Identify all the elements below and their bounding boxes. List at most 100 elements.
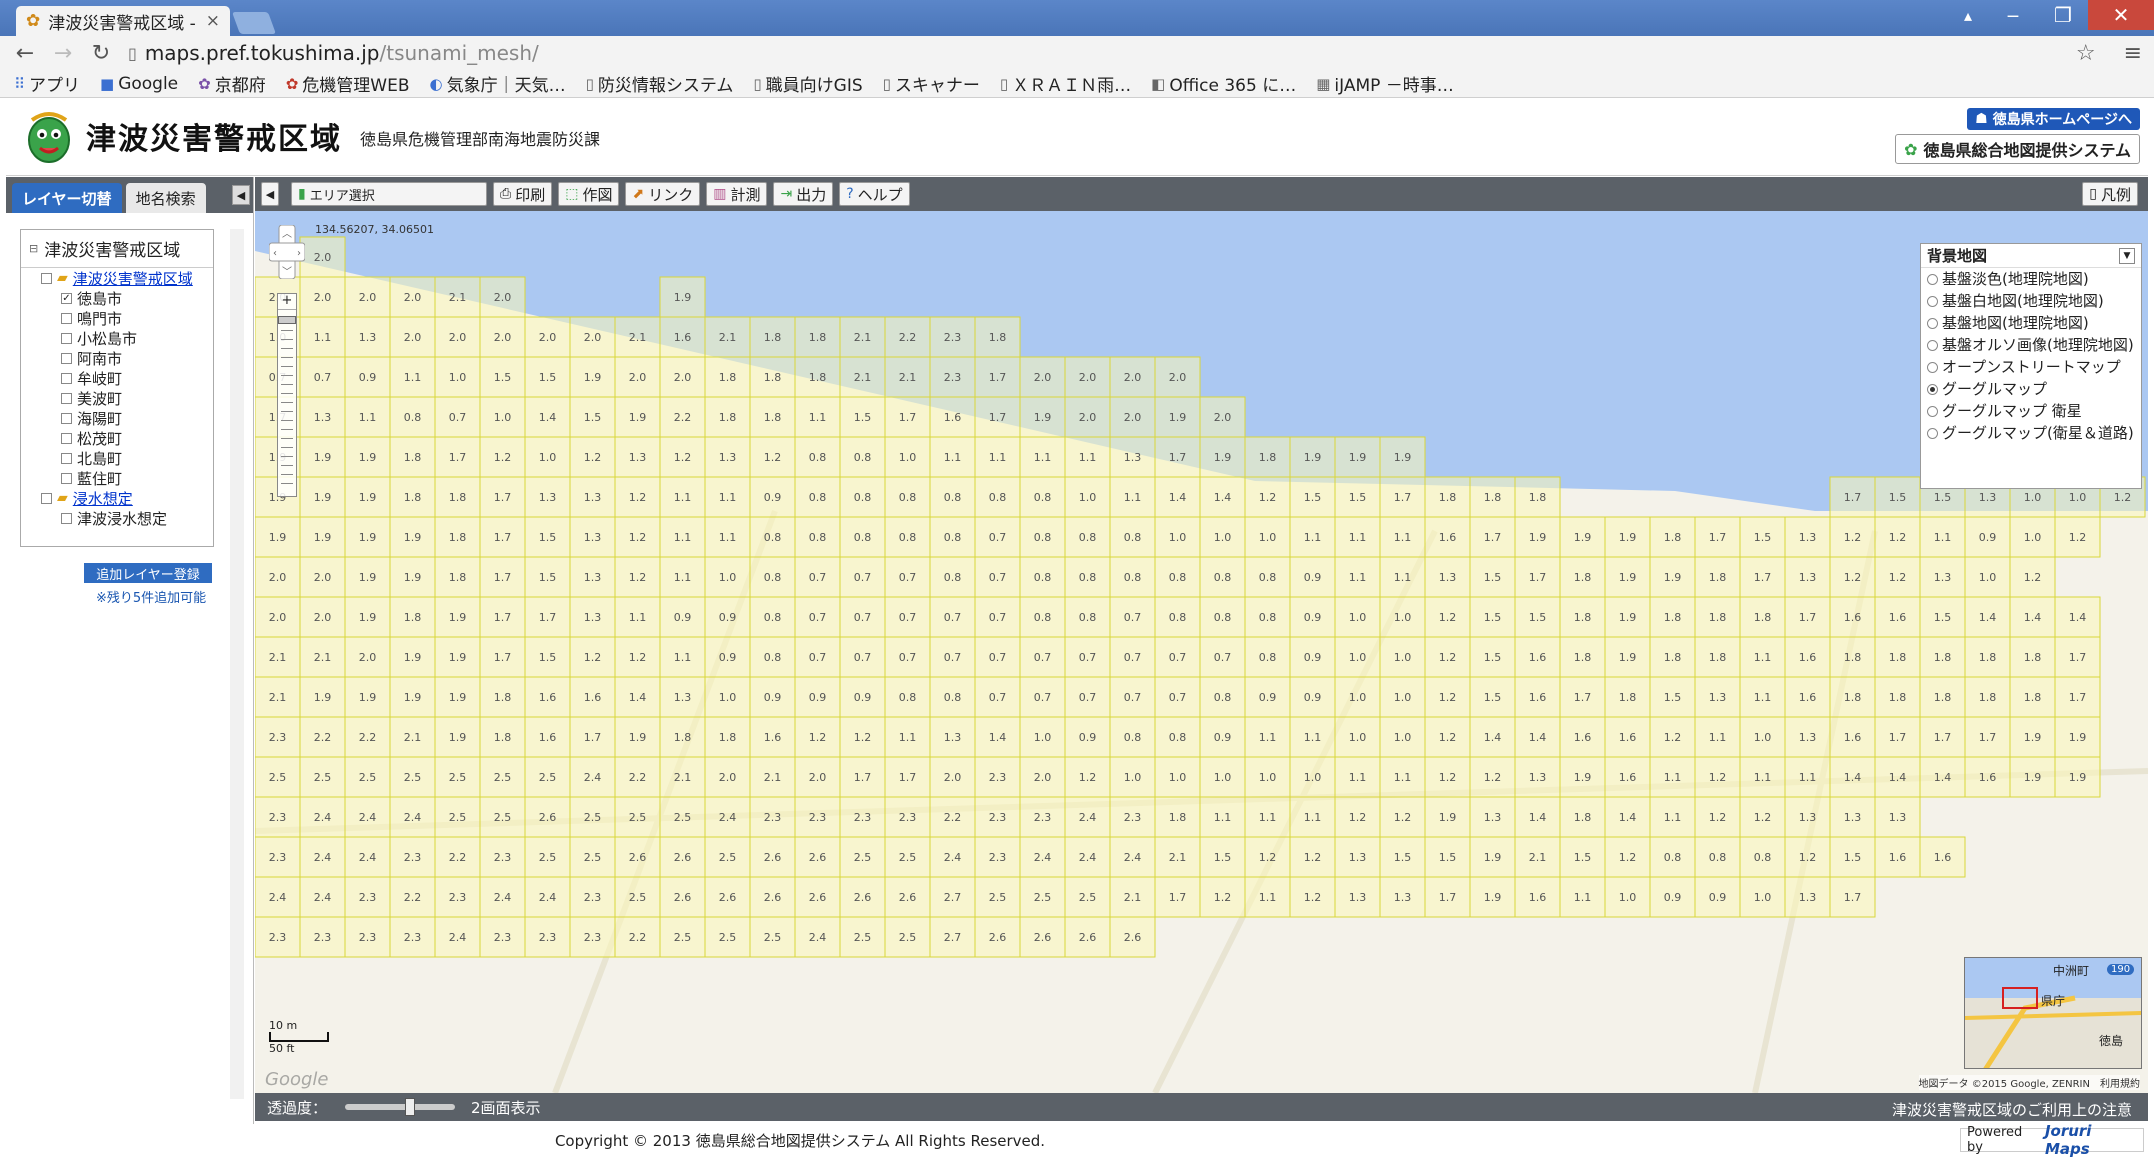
mesh-cell[interactable]: 2.0	[479, 316, 526, 358]
mesh-cell[interactable]: 0.7	[1064, 676, 1111, 718]
mesh-cell[interactable]: 0.8	[884, 676, 931, 718]
mesh-cell[interactable]: 1.1	[659, 516, 706, 558]
mesh-cell[interactable]: 1.1	[1244, 876, 1291, 918]
mesh-cell[interactable]: 1.4	[1199, 476, 1246, 518]
mesh-cell[interactable]: 1.9	[1289, 436, 1336, 478]
mesh-cell[interactable]: 2.4	[524, 876, 571, 918]
mesh-cell[interactable]: 2.5	[614, 876, 661, 918]
mesh-cell[interactable]: 0.8	[749, 556, 796, 598]
reload-icon[interactable]: ↻	[90, 41, 112, 66]
mesh-cell[interactable]: 2.0	[1019, 756, 1066, 798]
mesh-cell[interactable]: 1.8	[479, 676, 526, 718]
mesh-cell[interactable]: 1.5	[479, 356, 526, 398]
mesh-cell[interactable]: 2.3	[884, 796, 931, 838]
mesh-cell[interactable]: 0.9	[1289, 676, 1336, 718]
mesh-cell[interactable]: 2.6	[974, 916, 1021, 958]
mesh-cell[interactable]: 2.6	[614, 836, 661, 878]
mesh-cell[interactable]: 1.8	[389, 476, 436, 518]
mesh-cell[interactable]: 1.6	[1829, 596, 1876, 638]
mesh-cell[interactable]: 1.9	[2009, 756, 2056, 798]
basemap-option[interactable]: 基盤白地図(地理院地図)	[1921, 290, 2141, 312]
mesh-cell[interactable]: 1.3	[299, 396, 346, 438]
draw-button[interactable]: ⬚ 作図	[558, 182, 620, 206]
mesh-cell[interactable]: 1.2	[1694, 796, 1741, 838]
mesh-cell[interactable]: 0.7	[839, 556, 886, 598]
mesh-cell[interactable]: 1.1	[614, 596, 661, 638]
mesh-cell[interactable]: 2.5	[704, 916, 751, 958]
basemap-radio[interactable]	[1927, 384, 1938, 395]
bookmark-item[interactable]: ▯ 職員向けGIS	[753, 71, 862, 97]
mesh-cell[interactable]: 2.1	[614, 316, 661, 358]
mesh-cell[interactable]: 1.3	[1109, 436, 1156, 478]
group-checkbox[interactable]	[41, 492, 52, 504]
mesh-cell[interactable]: 1.6	[929, 396, 976, 438]
mesh-cell[interactable]: 1.2	[2054, 516, 2101, 558]
mesh-cell[interactable]: 1.6	[749, 716, 796, 758]
mesh-cell[interactable]: 2.5	[479, 756, 526, 798]
mesh-cell[interactable]: 1.9	[344, 676, 391, 718]
mesh-cell[interactable]: 1.2	[479, 436, 526, 478]
mesh-cell[interactable]: 1.2	[1199, 876, 1246, 918]
mesh-cell[interactable]: 0.7	[1064, 636, 1111, 678]
toolbar-collapse-button[interactable]: ◀	[261, 182, 279, 206]
mesh-cell[interactable]: 1.3	[1379, 876, 1426, 918]
mesh-cell[interactable]: 2.6	[839, 876, 886, 918]
mesh-cell[interactable]: 1.1	[1109, 476, 1156, 518]
mesh-cell[interactable]: 1.9	[344, 436, 391, 478]
mesh-cell[interactable]: 1.9	[389, 636, 436, 678]
mesh-cell[interactable]: 2.5	[884, 916, 931, 958]
mesh-cell[interactable]: 1.9	[2054, 756, 2101, 798]
mesh-cell[interactable]: 1.8	[1154, 796, 1201, 838]
mesh-cell[interactable]: 1.4	[1964, 596, 2011, 638]
mesh-cell[interactable]: 2.3	[929, 316, 976, 358]
mesh-cell[interactable]: 1.7	[524, 596, 571, 638]
mesh-cell[interactable]: 1.6	[1784, 676, 1831, 718]
mesh-cell[interactable]: 1.1	[1334, 556, 1381, 598]
mesh-cell[interactable]: 1.1	[1649, 796, 1696, 838]
mesh-cell[interactable]: 1.4	[2009, 596, 2056, 638]
mesh-cell[interactable]: 1.1	[389, 356, 436, 398]
mesh-cell[interactable]: 1.5	[524, 636, 571, 678]
mesh-cell[interactable]: 0.8	[1199, 676, 1246, 718]
mesh-cell[interactable]: 0.7	[1019, 636, 1066, 678]
zoom-slider[interactable]: +	[277, 293, 297, 497]
mesh-cell[interactable]: 1.2	[749, 436, 796, 478]
mesh-cell[interactable]: 2.1	[255, 636, 301, 678]
mesh-cell[interactable]: 2.5	[974, 876, 1021, 918]
mesh-cell[interactable]: 1.2	[1829, 556, 1876, 598]
mesh-cell[interactable]: 1.2	[1874, 556, 1921, 598]
mesh-cell[interactable]: 1.8	[1739, 596, 1786, 638]
mesh-cell[interactable]: 2.4	[299, 796, 346, 838]
mesh-cell[interactable]: 1.2	[569, 636, 616, 678]
mesh-cell[interactable]: 1.3	[1784, 716, 1831, 758]
mesh-cell[interactable]: 1.1	[1199, 796, 1246, 838]
mesh-cell[interactable]: 2.4	[1064, 836, 1111, 878]
mesh-cell[interactable]: 1.8	[1559, 636, 1606, 678]
mesh-cell[interactable]: 1.6	[1874, 836, 1921, 878]
mesh-cell[interactable]: 1.9	[344, 476, 391, 518]
mesh-cell[interactable]: 1.1	[1289, 796, 1336, 838]
bookmark-item[interactable]: ⠿ アプリ	[14, 71, 80, 97]
mesh-cell[interactable]: 1.0	[884, 436, 931, 478]
mesh-cell[interactable]: 1.4	[1874, 756, 1921, 798]
mesh-cell[interactable]: 1.0	[1604, 876, 1651, 918]
mesh-cell[interactable]: 0.9	[704, 636, 751, 678]
mesh-cell[interactable]: 1.2	[1469, 756, 1516, 798]
mesh-cell[interactable]: 1.7	[2054, 676, 2101, 718]
mesh-cell[interactable]: 2.3	[569, 916, 616, 958]
mesh-cell[interactable]: 0.7	[794, 636, 841, 678]
mesh-cell[interactable]: 0.7	[1109, 596, 1156, 638]
mesh-cell[interactable]: 1.8	[1559, 596, 1606, 638]
bookmark-item[interactable]: ■ Google	[100, 74, 178, 94]
mesh-cell[interactable]: 2.6	[1019, 916, 1066, 958]
mesh-cell[interactable]: 1.2	[1244, 836, 1291, 878]
mesh-cell[interactable]: 1.9	[1334, 436, 1381, 478]
mesh-cell[interactable]: 2.3	[389, 836, 436, 878]
mesh-cell[interactable]: 1.2	[1424, 716, 1471, 758]
mesh-cell[interactable]: 1.2	[1424, 676, 1471, 718]
layer-item-row[interactable]: 津波浸水想定	[21, 508, 213, 528]
mesh-cell[interactable]: 2.3	[434, 876, 481, 918]
mesh-cell[interactable]: 1.5	[1424, 836, 1471, 878]
mesh-cell[interactable]: 1.0	[1019, 716, 1066, 758]
powered-by-badge[interactable]: Powered by Joruri Maps	[1960, 1122, 2144, 1158]
